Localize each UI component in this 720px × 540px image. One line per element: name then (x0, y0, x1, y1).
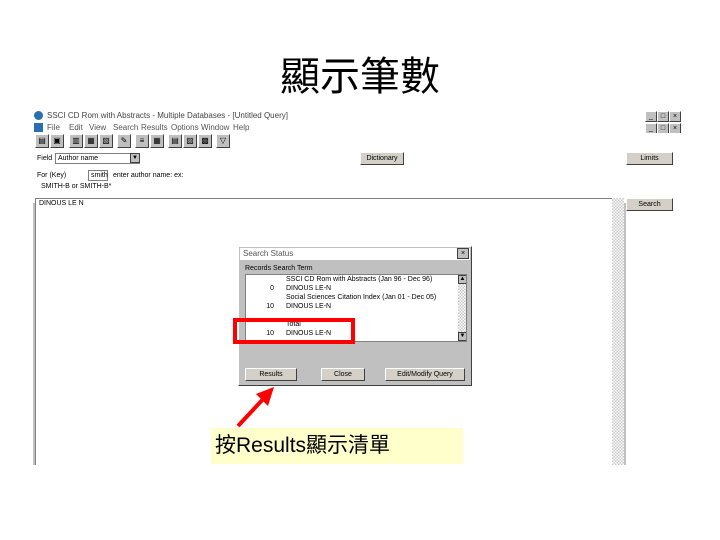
title-bar: SSCI CD Rom with Abstracts - Multiple Da… (33, 110, 683, 122)
menu-edit[interactable]: Edit (69, 122, 83, 133)
menu-bar: File Edit View Search Results Options Wi… (33, 122, 683, 134)
for-label: For (Key) (37, 172, 67, 179)
export-icon[interactable]: ▨ (183, 134, 197, 148)
paste-icon[interactable]: ▧ (99, 134, 113, 148)
import-icon[interactable]: ▩ (198, 134, 212, 148)
menu-file[interactable]: File (47, 122, 60, 133)
edit-icon[interactable]: ✎ (117, 134, 131, 148)
menu-help[interactable]: Help (233, 122, 249, 133)
menu-search[interactable]: Search (113, 122, 138, 133)
query-example: SMITH-B or SMITH-B* (41, 183, 112, 190)
search-button[interactable]: Search (626, 198, 673, 211)
list-item: DINOUS LE-N (286, 285, 332, 292)
field-select[interactable]: Author name (55, 153, 140, 164)
list-item: SSCI CD Rom with Abstracts (Jan 96 - Dec… (286, 276, 433, 283)
menu-window[interactable]: Window (201, 122, 229, 133)
window-title: SSCI CD Rom with Abstracts - Multiple Da… (47, 111, 288, 120)
toolbar: ▤ ▣ ▥ ▦ ▧ ✎ ≡ ▦ ▤ ▨ ▩ ▽ (33, 133, 683, 148)
list-icon[interactable]: ≡ (135, 134, 149, 148)
query-hint: enter author name: ex: (113, 172, 184, 179)
dialog-close-icon[interactable]: × (457, 248, 469, 259)
close-button[interactable]: × (669, 111, 681, 122)
results-text: DINOUS LE N (39, 200, 84, 207)
query-panel: Field Author name ▼ Dictionary Limits Fo… (33, 148, 683, 203)
limits-button[interactable]: Limits (626, 152, 673, 165)
filter-icon[interactable]: ▽ (216, 134, 230, 148)
list-item: DINOUS LE-N (286, 303, 332, 310)
callout-label: 按Results顯示清單 (211, 428, 463, 464)
scroll-up-icon[interactable]: ▲ (458, 275, 466, 284)
app-icon (34, 111, 43, 120)
highlight-box (233, 318, 355, 344)
maximize-button[interactable]: □ (657, 111, 669, 122)
dialog-list-header: Records Search Term (245, 265, 313, 272)
dialog-scrollbar[interactable]: ▲ ▼ (458, 275, 466, 341)
copy-icon[interactable]: ▦ (84, 134, 98, 148)
results-scrollbar[interactable] (612, 198, 624, 465)
list-item-count: 0 (270, 285, 274, 292)
open-icon[interactable]: ▤ (35, 134, 49, 148)
scroll-down-icon[interactable]: ▼ (458, 332, 466, 341)
dialog-title-bar: Search Status (240, 248, 470, 260)
right-button-column: Search (626, 198, 683, 465)
dictionary-button[interactable]: Dictionary (360, 152, 404, 165)
menu-results[interactable]: Results (141, 122, 168, 133)
print-icon[interactable]: ▥ (69, 134, 83, 148)
list-item-count: 10 (266, 303, 274, 310)
dialog-title: Search Status (243, 249, 294, 258)
close-dialog-button[interactable]: Close (321, 368, 365, 381)
list-item: Social Sciences Citation Index (Jan 01 -… (286, 294, 437, 301)
save-icon[interactable]: ▣ (50, 134, 64, 148)
menu-options[interactable]: Options (171, 122, 199, 133)
field-dropdown-icon[interactable]: ▼ (130, 153, 140, 163)
menu-view[interactable]: View (89, 122, 106, 133)
red-arrow-icon (236, 387, 274, 428)
field-label: Field (37, 155, 53, 162)
query-input[interactable]: smith (88, 170, 108, 181)
minimize-button[interactable]: _ (645, 111, 657, 122)
table-icon[interactable]: ▤ (168, 134, 182, 148)
results-button[interactable]: Results (245, 368, 297, 381)
slide-title: 顯示筆數 (280, 54, 440, 100)
doc-icon (34, 123, 43, 132)
edit-modify-query-button[interactable]: Edit/Modify Query (385, 368, 465, 381)
search-status-dialog: Search Status × Records Search Term SSCI… (238, 246, 472, 386)
grid-icon[interactable]: ▦ (150, 134, 164, 148)
